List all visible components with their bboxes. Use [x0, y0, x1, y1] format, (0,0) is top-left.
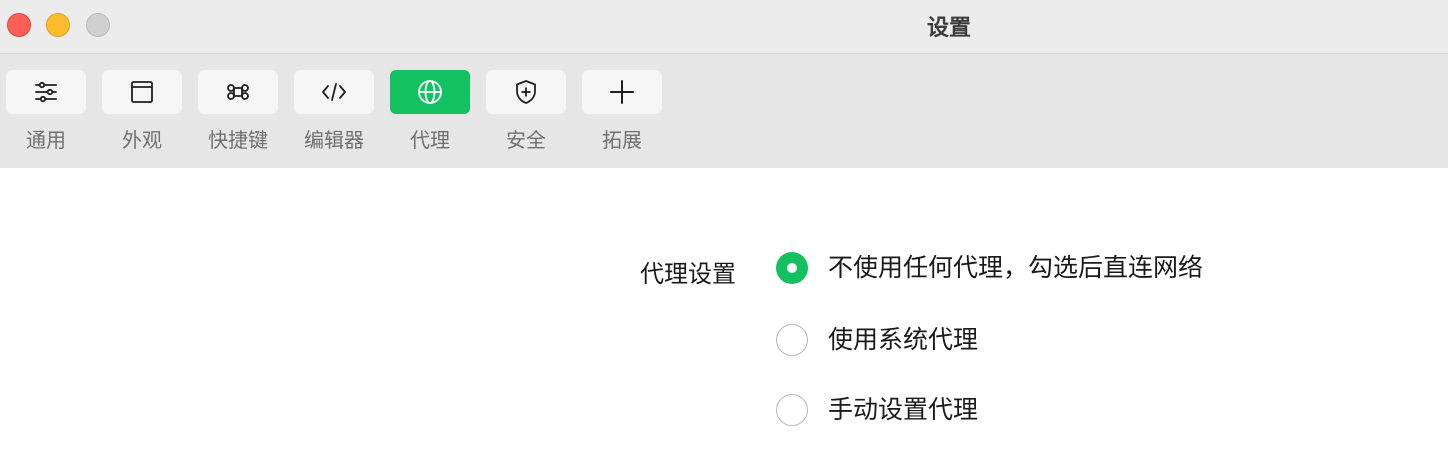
tab-security-label: 安全 — [506, 128, 546, 152]
window-title: 设置 — [926, 16, 971, 41]
tab-general-button[interactable] — [6, 70, 86, 114]
radio-system-proxy[interactable] — [776, 324, 808, 356]
option-manual-proxy[interactable]: 手动设置代理 — [776, 394, 1036, 426]
tab-security[interactable]: 安全 — [486, 70, 566, 152]
tab-proxy-label: 代理 — [410, 128, 450, 152]
tab-appearance-button[interactable] — [102, 70, 182, 114]
tab-appearance-label: 外观 — [122, 128, 162, 152]
tab-shortcuts[interactable]: 快捷键 — [198, 70, 278, 152]
window-icon — [131, 81, 153, 103]
option-no-proxy[interactable]: 不使用任何代理，勾选后直连网络 — [776, 252, 1276, 284]
code-icon — [322, 83, 346, 101]
title-bar: 设置 — [0, 0, 1448, 54]
tab-extensions-label: 拓展 — [602, 128, 642, 152]
tab-editor-label: 编辑器 — [304, 128, 364, 152]
plus-icon — [610, 80, 634, 104]
tab-shortcuts-label: 快捷键 — [208, 128, 268, 152]
tab-shortcuts-button[interactable] — [198, 70, 278, 114]
option-no-proxy-label: 不使用任何代理，勾选后直连网络 — [828, 253, 1204, 282]
radio-manual-proxy[interactable] — [776, 394, 808, 426]
globe-icon — [418, 80, 442, 104]
radio-no-proxy[interactable] — [776, 252, 808, 284]
sliders-icon — [35, 81, 57, 103]
tab-security-button[interactable] — [486, 70, 566, 114]
tab-proxy[interactable]: 代理 — [390, 70, 470, 152]
tab-editor-button[interactable] — [294, 70, 374, 114]
tab-extensions-button[interactable] — [582, 70, 662, 114]
command-key-icon — [227, 84, 249, 100]
tab-general-label: 通用 — [26, 128, 66, 152]
option-system-proxy-label: 使用系统代理 — [828, 325, 979, 354]
tab-proxy-button[interactable] — [390, 70, 470, 114]
preferences-toolbar: 通用 外观 快捷键 编辑器 代理 安全 拓展 — [0, 54, 1448, 168]
tab-extensions[interactable]: 拓展 — [582, 70, 662, 152]
proxy-settings-label: 代理设置 — [640, 260, 736, 288]
proxy-settings-panel: 代理设置 不使用任何代理，勾选后直连网络 使用系统代理 手动设置代理 — [0, 168, 1448, 464]
tab-editor[interactable]: 编辑器 — [294, 70, 374, 152]
option-system-proxy[interactable]: 使用系统代理 — [776, 324, 1036, 356]
shield-plus-icon — [516, 80, 536, 104]
tab-general[interactable]: 通用 — [6, 70, 86, 152]
tab-appearance[interactable]: 外观 — [102, 70, 182, 152]
option-manual-proxy-label: 手动设置代理 — [828, 395, 979, 424]
